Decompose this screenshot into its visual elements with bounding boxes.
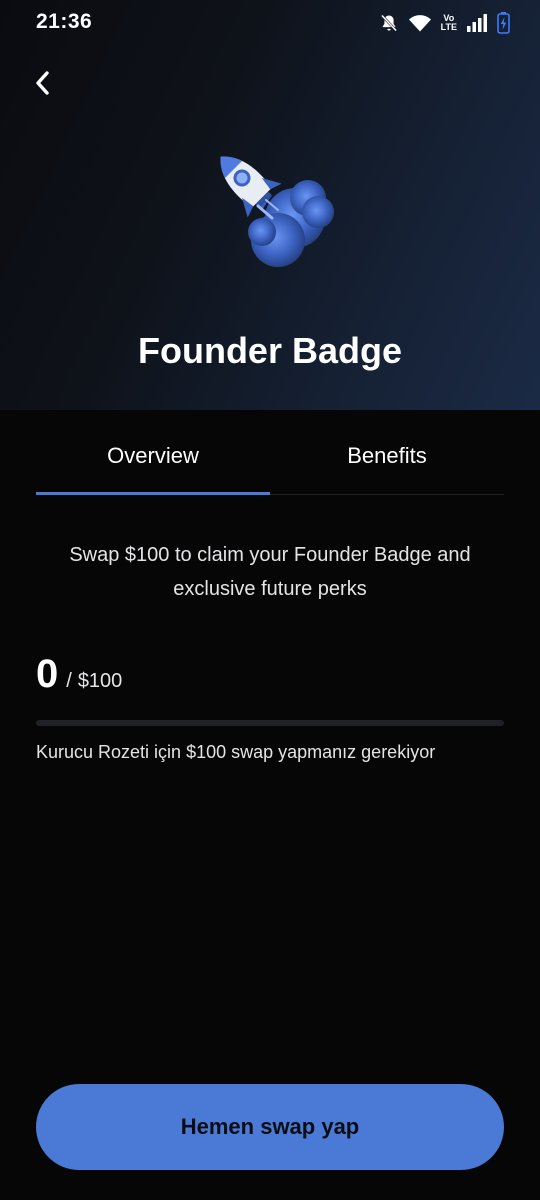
wifi-icon — [408, 13, 432, 33]
progress-readout: 0 / $100 — [36, 652, 122, 702]
screen: 21:36 Vo LTE Founder Badge Overview Bene… — [0, 0, 540, 1200]
status-icons: Vo LTE — [379, 10, 510, 36]
progress-current: 0 — [36, 652, 59, 696]
badge-description: Swap $100 to claim your Founder Badge an… — [69, 544, 471, 600]
swap-now-button[interactable]: Hemen swap yap — [36, 1084, 504, 1170]
back-button[interactable] — [26, 66, 60, 100]
status-time: 21:36 — [36, 10, 93, 33]
rocket-icon — [220, 156, 334, 267]
tab-overview[interactable]: Overview — [36, 418, 270, 495]
badge-title: Founder Badge — [137, 330, 402, 371]
chevron-left-icon — [36, 71, 49, 95]
progress-bar — [36, 720, 504, 726]
notifications-off-icon — [379, 13, 399, 33]
hero-banner: 21:36 Vo LTE Founder Badge — [0, 0, 540, 410]
tab-benefits[interactable]: Benefits — [270, 418, 504, 494]
volte-bottom-label: LTE — [440, 22, 457, 32]
swap-now-label: Hemen swap yap — [180, 1114, 360, 1139]
progress-target: $100 — [77, 670, 123, 692]
progress-separator: / — [66, 670, 72, 692]
signal-icon — [466, 14, 488, 32]
requirement-text: Kurucu Rozeti için $100 swap yapmanız ge… — [36, 742, 436, 762]
battery-charging-icon — [497, 12, 510, 34]
volte-icon: Vo LTE — [441, 14, 457, 32]
tab-bar: Overview Benefits — [36, 418, 504, 495]
status-bar: 21:36 Vo LTE — [0, 0, 540, 46]
